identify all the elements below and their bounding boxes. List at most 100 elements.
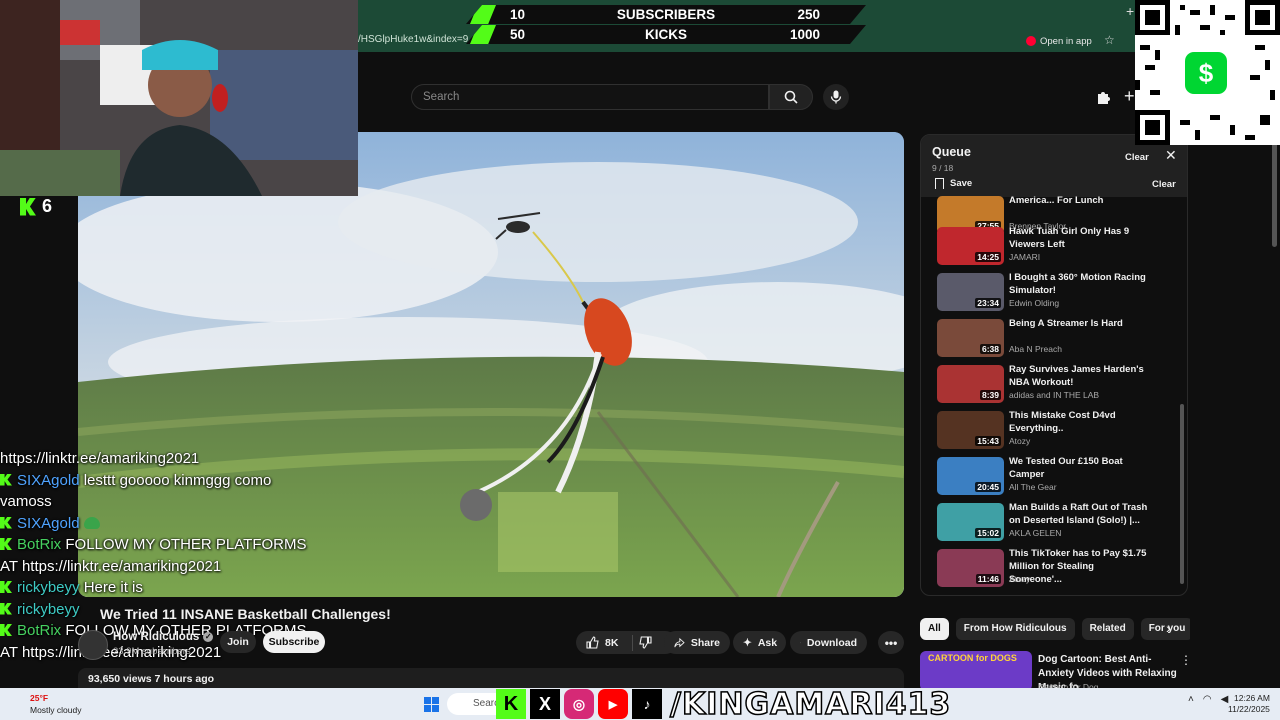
cash-app-logo-icon: $ [1185, 52, 1227, 94]
chat-text: https://linktr.ee/amariking2021 [0, 450, 200, 467]
system-tray[interactable]: ˄ ◠ ◀ [1188, 694, 1228, 705]
queue-item-title[interactable]: Hawk Tuah Girl Only Has 9 Viewers Left [1009, 225, 1149, 251]
queue-scroll-thumb[interactable] [1180, 404, 1184, 584]
chevron-up-icon[interactable]: ˄ [1188, 694, 1194, 705]
viewer-count-value: 6 [42, 196, 53, 216]
queue-item-duration: 6:38 [979, 344, 1001, 354]
search-button[interactable] [769, 84, 813, 110]
kick-icon: K [496, 689, 526, 719]
queue-scrollbar[interactable] [1180, 199, 1184, 591]
download-button[interactable]: Download [790, 631, 867, 654]
queue-item[interactable]: 6:38 Being A Streamer Is Hard Aba N Preach [937, 317, 1177, 361]
chip-related[interactable]: Related [1081, 618, 1134, 640]
queue-item-duration: 8:39 [979, 390, 1001, 400]
weather-temp: 25°F [30, 693, 49, 703]
queue-item[interactable]: 15:43 This Mistake Cost D4vd Everything..… [937, 409, 1177, 453]
clear-button[interactable]: Clear [1152, 179, 1176, 190]
voice-search-button[interactable] [823, 84, 849, 110]
channel-name[interactable]: How Ridiculous ✓ [113, 631, 214, 643]
queue-item-title[interactable]: This Mistake Cost D4vd Everything.. [1009, 409, 1149, 435]
chevron-right-icon[interactable]: › [1166, 620, 1171, 636]
kick-badge-icon [0, 516, 12, 529]
more-horizontal-icon: ••• [884, 635, 898, 650]
queue-item-title[interactable]: I Bought a 360° Motion Racing Simulator! [1009, 271, 1149, 297]
save-label: Save [950, 178, 973, 189]
queue-item-title[interactable]: America... For Lunch [1009, 194, 1149, 207]
close-icon[interactable]: ✕ [1165, 147, 1177, 164]
queue-item-duration: 23:34 [975, 298, 1001, 308]
ask-button[interactable]: ✦ Ask [733, 631, 786, 654]
frog-emote-icon [83, 516, 100, 529]
recommended-video[interactable]: CARTOON for DOGS Dog Cartoon: Best Anti-… [920, 651, 1190, 693]
join-button[interactable]: Join [220, 631, 256, 653]
queue-item[interactable]: 8:39 Ray Survives James Harden's NBA Work… [937, 363, 1177, 407]
queue-item-title[interactable]: Being A Streamer Is Hard [1009, 317, 1149, 330]
chat-message: rickybeyy Here it is [0, 577, 320, 599]
taskbar-clock[interactable]: 12:26 AM 11/22/2025 [1228, 693, 1270, 715]
queue-item-thumbnail[interactable]: 23:34 [937, 273, 1004, 311]
chip-all[interactable]: All [920, 618, 949, 640]
new-tab-plus-icon[interactable]: + [1126, 3, 1134, 19]
weather-widget[interactable]: 25°F Mostly cloudy [30, 692, 82, 716]
bookmark-star-icon[interactable]: ☆ [1104, 33, 1115, 47]
thumbs-up-icon[interactable] [586, 636, 599, 649]
queue-item-duration: 20:45 [975, 482, 1001, 492]
kick-badge-icon [0, 473, 12, 486]
search-input[interactable]: Search [411, 84, 769, 110]
queue-item-thumbnail[interactable]: 15:02 [937, 503, 1004, 541]
thumbs-down-icon[interactable] [639, 636, 652, 649]
queue-item-title[interactable]: Ray Survives James Harden's NBA Workout! [1009, 363, 1149, 389]
queue-item-title[interactable]: We Tested Our £150 Boat Camper [1009, 455, 1149, 481]
chat-message: SIXAgold lesttt gooooo kinmggg como vamo… [0, 470, 320, 513]
views-and-date: 93,650 views 7 hours ago [88, 673, 215, 685]
windows-start-icon[interactable] [424, 697, 439, 712]
queue-position: 9 / 18 [932, 163, 954, 173]
share-button[interactable]: Share [664, 631, 730, 654]
chat-message: BotRix FOLLOW MY OTHER PLATFORMS AT http… [0, 534, 320, 577]
open-in-app-button[interactable]: Open in app [1022, 32, 1096, 50]
goal-target: 1000 [789, 27, 820, 42]
queue-item[interactable]: 11:46 This TikToker has to Pay $1.75 Mill… [937, 548, 1177, 591]
cash-app-qr-code: $ [1135, 0, 1280, 145]
wifi-icon[interactable]: ◠ [1203, 694, 1212, 705]
queue-item-thumbnail[interactable]: 6:38 [937, 319, 1004, 357]
chip-from-channel[interactable]: From How Ridiculous [955, 618, 1075, 640]
queue-clear-button[interactable]: Clear [1125, 152, 1149, 163]
related-filter-chips: All From How Ridiculous Related For you [920, 618, 1190, 640]
weather-desc: Mostly cloudy [30, 705, 82, 715]
page-scrollbar[interactable] [1272, 132, 1277, 247]
like-dislike-group[interactable]: 8K [576, 631, 677, 654]
create-plus-icon[interactable]: + [1124, 86, 1135, 107]
channel-avatar[interactable] [78, 630, 108, 660]
sparkle-icon: ✦ [743, 636, 752, 649]
queue-item-channel: AKLA GELEN [1009, 528, 1062, 538]
queue-item-thumbnail[interactable]: 11:46 [937, 549, 1004, 587]
queue-item[interactable]: 23:34 I Bought a 360° Motion Racing Simul… [937, 271, 1177, 315]
subscriber-goal-row: 10 SUBSCRIBERS 250 [466, 5, 866, 24]
kick-badge-icon [0, 538, 12, 550]
queue-item-thumbnail[interactable]: 20:45 [937, 457, 1004, 495]
more-vertical-icon[interactable]: ⋮ [1180, 653, 1192, 667]
queue-item[interactable]: 14:25 Hawk Tuah Girl Only Has 9 Viewers L… [937, 225, 1177, 269]
queue-item-title[interactable]: Man Builds a Raft Out of Trash on Desert… [1009, 501, 1149, 527]
download-label: Download [806, 636, 857, 649]
socials-bar: K X ◎ ▶ ♪ /KINGAMARI413 [496, 686, 951, 720]
queue-item-thumbnail[interactable]: 8:39 [937, 365, 1004, 403]
queue-item[interactable]: 15:02 Man Builds a Raft Out of Trash on D… [937, 501, 1177, 545]
queue-item-duration: 15:43 [975, 436, 1001, 446]
save-queue-button[interactable]: Save [935, 178, 972, 189]
subscribe-button[interactable]: Subscribe [263, 631, 325, 653]
kicks-goal-row: 50 KICKS 1000 [466, 25, 866, 44]
chat-username: rickybeyy [17, 600, 80, 618]
address-bar-url[interactable]: /HSGlpHuke1w&index=9 [358, 34, 468, 45]
queue-item-channel: Atozy [1009, 436, 1031, 446]
more-actions-button[interactable]: ••• [878, 631, 904, 654]
queue-item-channel: All The Gear [1009, 482, 1057, 492]
puzzle-icon[interactable] [1096, 90, 1110, 104]
queue-item[interactable]: 20:45 We Tested Our £150 Boat Camper All T… [937, 455, 1177, 499]
recommended-thumbnail[interactable]: CARTOON for DOGS [920, 651, 1032, 691]
queue-item-thumbnail[interactable]: 15:43 [937, 411, 1004, 449]
chat-text: Here it is [83, 579, 143, 596]
queue-item-channel: Edwin Olding [1009, 298, 1060, 308]
queue-item-thumbnail[interactable]: 14:25 [937, 227, 1004, 265]
